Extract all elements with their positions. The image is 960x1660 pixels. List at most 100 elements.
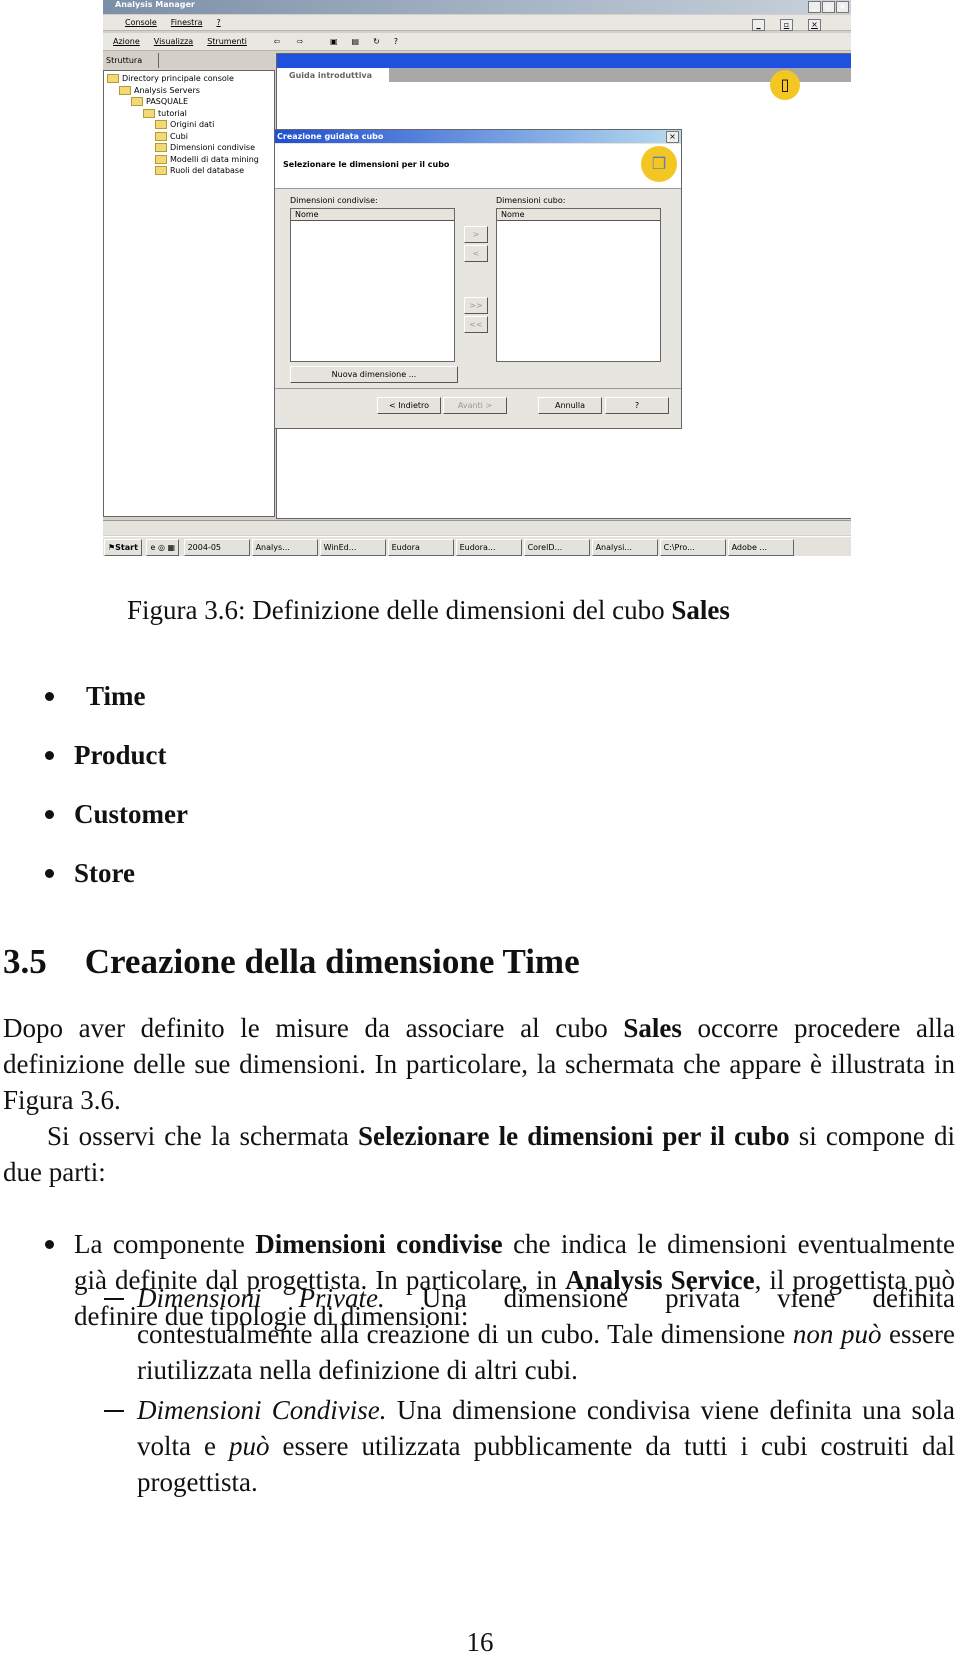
shared-dimensions-label: Dimensioni condivise: [290, 196, 378, 205]
text-run: non può [792, 1319, 882, 1349]
dialog-heading: Selezionare le dimensioni per il cubo [283, 160, 450, 169]
sub-item-private: Dimensioni Private. Una dimensione priva… [137, 1280, 955, 1388]
tree-node[interactable]: Dimensioni condivise [104, 142, 274, 154]
taskbar-item[interactable]: Eudora [387, 539, 454, 556]
tree-node[interactable]: Origini dati [104, 119, 274, 131]
menu-help[interactable]: ? [217, 18, 221, 27]
forward-arrow-icon[interactable]: ⇨ [297, 37, 304, 46]
tree-node-label: Ruoli del database [170, 166, 245, 175]
help-button[interactable]: ? [605, 397, 669, 414]
show-tree-icon[interactable]: ▤ [352, 37, 360, 46]
close-button[interactable]: × [836, 1, 849, 13]
folder-icon [155, 131, 167, 141]
add-button[interactable]: > [464, 226, 488, 243]
menu-azione[interactable]: Azione [113, 37, 140, 46]
tree-node-label: Dimensioni condivise [170, 143, 255, 152]
folder-icon [155, 120, 167, 129]
text-run: può [229, 1431, 270, 1461]
child-minimize-button[interactable]: _ [752, 19, 765, 31]
new-dimension-button[interactable]: Nuova dimensione ... [290, 366, 458, 383]
text-run: Selezionare le dimensioni per il cubo [358, 1121, 790, 1151]
bullet-item: Time [86, 681, 146, 711]
section-heading: 3.5 Creazione della dimensione Time [3, 942, 580, 981]
folder-icon [107, 74, 119, 83]
tree-node[interactable]: PASQUALE [104, 96, 274, 108]
taskbar-item[interactable]: Adobe ... [727, 539, 794, 556]
cancel-button[interactable]: Annulla [538, 397, 602, 414]
tree-node-label: tutorial [158, 108, 187, 118]
tree-node-label: Analysis Servers [134, 85, 200, 95]
page-number: 16 [466, 1627, 494, 1657]
next-button[interactable]: Avanti > [443, 397, 507, 414]
shared-dimensions-list[interactable]: Nome [290, 208, 455, 362]
minimize-button[interactable]: _ [808, 1, 821, 13]
bullet-item: Store [74, 858, 135, 888]
dialog-title: Creazione guidata cubo [275, 130, 681, 143]
menu-visualizza[interactable]: Visualizza [154, 37, 193, 46]
folder-icon [143, 108, 155, 118]
bullet-item: Customer [74, 799, 188, 829]
window-title: Analysis Manager [115, 0, 195, 9]
tree-panel: Directory principale console Analysis Ser… [103, 70, 275, 517]
paragraph-1: Dopo aver definito le misure da associar… [3, 1010, 955, 1118]
folder-icon [131, 97, 143, 106]
text-run: Dopo aver definito le misure da associar… [3, 1013, 624, 1043]
text-run: La componente [74, 1229, 256, 1259]
folder-icon [155, 154, 167, 164]
taskbar: ⚑Start e ◎ ▦ 2004-05 Analys... WinEd... Eud… [103, 536, 851, 556]
embedded-screenshot: Analysis Manager _ ▫ × Console Finestra? _ ▫… [103, 0, 851, 556]
tree-node[interactable]: Analysis Servers [104, 85, 274, 97]
start-button[interactable]: ⚑Start [104, 539, 142, 556]
quick-launch-icons[interactable]: e ◎ ▦ [146, 539, 180, 556]
window-titlebar: Analysis Manager _ ▫ × [103, 0, 851, 14]
tree-node[interactable]: Cubi [104, 131, 274, 143]
text-run: Dimensioni condivise [255, 1229, 503, 1259]
bullet-icon [45, 692, 54, 701]
refresh-icon[interactable]: ↻ [373, 37, 380, 46]
text-run: Dimensioni Condivise. [137, 1395, 387, 1425]
bullet-icon [45, 810, 54, 819]
tab-guida-introduttiva[interactable]: Guida introduttiva [277, 68, 389, 84]
taskbar-item[interactable]: Analys... [251, 539, 318, 556]
remove-all-button[interactable]: << [464, 316, 488, 333]
taskbar-item[interactable]: Analysi... [591, 539, 658, 556]
remove-button[interactable]: < [464, 245, 488, 262]
cube-dimensions-list[interactable]: Nome [496, 208, 661, 362]
up-folder-icon[interactable]: ▣ [330, 37, 338, 46]
menu-strumenti[interactable]: Strumenti [207, 37, 247, 46]
taskbar-item[interactable]: Eudora... [455, 539, 522, 556]
back-arrow-icon[interactable]: ⇦ [273, 37, 280, 46]
tree-node[interactable]: Modelli di data mining [104, 154, 274, 166]
help-icon[interactable]: ? [394, 37, 398, 46]
paragraph-2: Si osservi che la schermata Selezionare … [3, 1118, 955, 1190]
back-button[interactable]: < Indietro [377, 397, 441, 414]
status-bar [103, 520, 851, 535]
dialog-close-button[interactable]: × [666, 131, 679, 143]
tree-node[interactable]: Ruoli del database [104, 165, 274, 177]
tab-struttura[interactable]: Struttura [103, 53, 159, 68]
column-header-nome[interactable]: Nome [291, 209, 454, 221]
bullet-item: Product [74, 740, 167, 770]
taskbar-item[interactable]: CorelD... [523, 539, 590, 556]
text-run: Sales [623, 1013, 682, 1043]
folder-icon [119, 85, 131, 95]
add-all-button[interactable]: >> [464, 297, 488, 314]
tree-node-label: Modelli di data mining [170, 154, 259, 164]
tree-node-label: Origini dati [170, 120, 215, 129]
cube-dimensions-label: Dimensioni cubo: [496, 196, 566, 205]
taskbar-item[interactable]: 2004-05 [183, 539, 250, 556]
bullet-icon [45, 869, 54, 878]
column-header-nome[interactable]: Nome [497, 209, 660, 221]
tree-node[interactable]: Directory principale console [104, 73, 274, 85]
text-run: Si osservi che la schermata [47, 1121, 359, 1151]
taskbar-item[interactable]: C:\Pro... [659, 539, 726, 556]
menu-console[interactable]: Console [125, 18, 157, 27]
tree-node[interactable]: tutorial [104, 108, 274, 120]
child-close-button[interactable]: × [808, 19, 821, 31]
taskbar-item[interactable]: WinEd... [319, 539, 386, 556]
bullet-icon [45, 751, 54, 760]
menu-finestra[interactable]: Finestra [171, 18, 203, 27]
cube-icon: ❒ [641, 146, 677, 182]
child-restore-button[interactable]: ▫ [780, 19, 793, 31]
restore-button[interactable]: ▫ [822, 1, 835, 13]
